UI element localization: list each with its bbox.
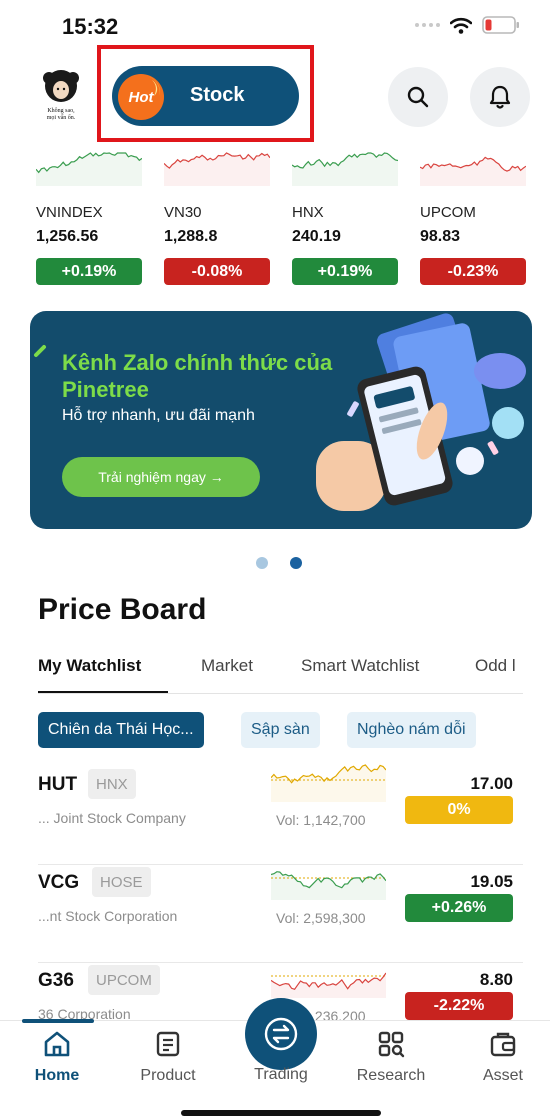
search-icon: [407, 86, 429, 108]
nav-home[interactable]: Home: [12, 1029, 102, 1085]
tab-odd-lot[interactable]: Odd l: [475, 656, 516, 676]
stock-row-hut[interactable]: HUT HNX ... Joint Stock Company Vol: 1,1…: [38, 764, 523, 865]
price-board-title: Price Board: [38, 593, 207, 626]
signal-icon: [415, 23, 440, 27]
exchange-badge: HOSE: [92, 867, 151, 897]
index-change-badge: -0.23%: [420, 258, 526, 285]
index-card-vnindex[interactable]: VNINDEX 1,256.56 +0.19%: [36, 150, 142, 285]
intraday-chart: [271, 972, 386, 998]
notification-button[interactable]: [470, 67, 530, 127]
home-icon: [44, 1031, 70, 1057]
nav-research[interactable]: Research: [346, 1029, 436, 1085]
price-board-tabs: My Watchlist Market Smart Watchlist Odd …: [38, 654, 523, 694]
tab-market[interactable]: Market: [201, 656, 253, 676]
exchange-badge: UPCOM: [88, 965, 160, 995]
index-change-badge: +0.19%: [292, 258, 398, 285]
stock-price: 8.80: [479, 970, 513, 989]
stock-symbol: G36: [38, 970, 74, 991]
company-name: ...nt Stock Corporation: [38, 908, 178, 924]
watchlist-chip[interactable]: Sập sàn: [241, 712, 320, 748]
banner-cta-button[interactable]: Trải nghiệm ngay →: [62, 457, 260, 497]
bell-icon: [489, 85, 511, 109]
watchlist-chip[interactable]: Nghèo nám dỗi: [347, 712, 476, 748]
index-name: UPCOM: [420, 204, 476, 221]
index-change-badge: -0.08%: [164, 258, 270, 285]
banner-subtitle: Hỗ trợ nhanh, ưu đãi mạnh: [62, 407, 255, 424]
nav-label: Trading: [254, 1066, 308, 1083]
search-button[interactable]: [388, 67, 448, 127]
stock-price: 19.05: [470, 872, 513, 891]
hot-badge: Hot: [118, 74, 164, 120]
wallet-icon: [490, 1032, 516, 1057]
stock-row-vcg[interactable]: VCG HOSE ...nt Stock Corporation Vol: 2,…: [38, 864, 523, 963]
home-indicator: [181, 1110, 381, 1116]
product-icon: [156, 1031, 180, 1057]
company-name: ... Joint Stock Company: [38, 810, 186, 826]
sparkline-chart: [36, 152, 142, 186]
stock-symbol: VCG: [38, 872, 80, 893]
avatar[interactable]: Không sao, mọi vấn ổn.: [36, 68, 86, 122]
nav-label: Home: [34, 1067, 80, 1084]
index-name: VNINDEX: [36, 204, 103, 221]
active-tab-indicator: [38, 691, 168, 693]
active-nav-indicator: [22, 1019, 94, 1023]
hot-label: Hot: [128, 88, 154, 106]
stock-price: 17.00: [470, 774, 513, 793]
stock-change-badge: +0.26%: [405, 894, 513, 922]
app-screen: 15:32 Không sao, mọi vấn ổn. Hot Stock V…: [0, 0, 550, 1117]
index-change-badge: +0.19%: [36, 258, 142, 285]
index-name: VN30: [164, 204, 202, 221]
intraday-chart: [271, 871, 386, 900]
sparkline-chart: [292, 152, 398, 186]
volume: Vol: 2,598,300: [276, 910, 366, 926]
stock-change-badge: 0%: [405, 796, 513, 824]
nav-label: Asset: [482, 1067, 523, 1084]
svg-text:mọi vấn ổn.: mọi vấn ổn.: [47, 114, 76, 121]
stock-button-label: Stock: [190, 84, 245, 106]
carousel-dots: [256, 557, 302, 569]
wifi-icon: [450, 17, 472, 34]
index-card-hnx[interactable]: HNX 240.19 +0.19%: [292, 150, 398, 285]
nav-product[interactable]: Product: [123, 1029, 213, 1085]
trading-button[interactable]: [245, 998, 317, 1070]
stock-symbol: HUT: [38, 774, 78, 795]
watchlist-chip[interactable]: Chiên da Thái Học...: [38, 712, 204, 748]
intraday-chart: [271, 764, 386, 802]
stock-mode-button[interactable]: Hot Stock: [112, 66, 299, 126]
nav-label: Research: [356, 1067, 426, 1084]
index-value: 98.83: [420, 228, 461, 245]
status-time: 15:32: [62, 14, 119, 39]
banner-title: Kênh Zalo chính thức của Pinetree: [62, 350, 333, 402]
nav-asset[interactable]: Asset: [458, 1029, 548, 1085]
svg-text:Không sao,: Không sao,: [47, 108, 75, 114]
carousel-dot[interactable]: [290, 557, 302, 569]
index-card-vn30[interactable]: VN30 1,288.8 -0.08%: [164, 150, 270, 285]
carousel-dot[interactable]: [256, 557, 268, 569]
stock-change-badge: -2.22%: [405, 992, 513, 1020]
status-icons: [415, 16, 520, 34]
sparkline-chart: [164, 152, 270, 186]
promo-banner[interactable]: Kênh Zalo chính thức của Pinetree Hỗ trợ…: [30, 311, 532, 529]
index-value: 240.19: [292, 228, 341, 245]
battery-icon: [482, 16, 519, 34]
index-value: 1,288.8: [164, 228, 218, 245]
research-icon: [378, 1031, 405, 1058]
index-value: 1,256.56: [36, 228, 99, 245]
index-name: HNX: [292, 204, 324, 221]
tab-smart-watchlist[interactable]: Smart Watchlist: [301, 656, 419, 676]
tab-my-watchlist[interactable]: My Watchlist: [38, 656, 141, 676]
avatar-icon: Không sao, mọi vấn ổn.: [43, 70, 79, 121]
nav-label: Product: [140, 1067, 196, 1084]
index-card-upcom[interactable]: UPCOM 98.83 -0.23%: [420, 150, 526, 285]
exchange-badge: HNX: [88, 769, 136, 799]
sparkline-chart: [420, 156, 526, 186]
swap-icon: [264, 1017, 298, 1051]
volume: Vol: 1,142,700: [276, 812, 366, 828]
